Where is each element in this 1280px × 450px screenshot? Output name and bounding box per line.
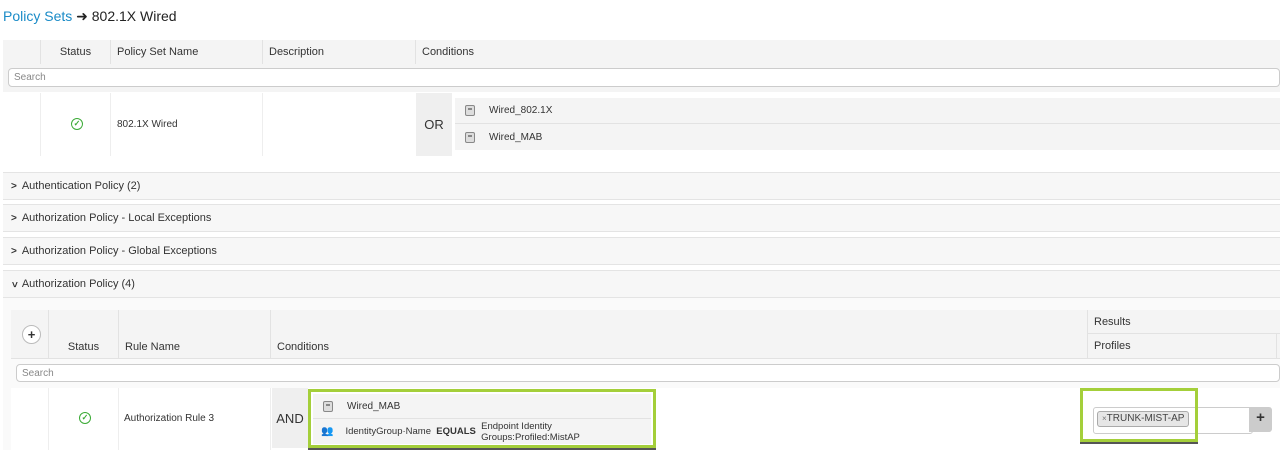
chevron-right-icon: > bbox=[11, 245, 17, 257]
condition-value: Endpoint Identity Groups:Profiled:MistAP bbox=[481, 420, 580, 443]
condition-library-icon bbox=[465, 131, 475, 143]
section-authz-global-exceptions[interactable]: > Authorization Policy - Global Exception… bbox=[3, 237, 1280, 265]
policy-search-input[interactable]: Search bbox=[8, 68, 1280, 87]
condition-operator-or: OR bbox=[416, 93, 452, 156]
header-description: Description bbox=[262, 40, 415, 64]
condition-attribute: IdentityGroup·Name bbox=[345, 426, 431, 437]
status-enabled-icon[interactable]: ✓ bbox=[79, 412, 91, 424]
condition-label: Wired_MAB bbox=[489, 131, 543, 143]
authz-table-header: + Status Rule Name Conditions Results Pr… bbox=[11, 310, 1280, 359]
section-label: Authentication Policy (2) bbox=[21, 180, 141, 192]
condition-operator-and: AND bbox=[272, 388, 308, 448]
breadcrumb-policy-sets-link[interactable]: Policy Sets bbox=[3, 8, 72, 24]
header-profiles: Profiles bbox=[1087, 334, 1277, 358]
condition-label: Wired_802.1X bbox=[489, 105, 553, 116]
policy-set-description bbox=[266, 93, 406, 156]
header-conditions: Conditions bbox=[270, 310, 1087, 358]
section-label: Authorization Policy - Local Exceptions bbox=[21, 212, 212, 224]
section-authentication-policy[interactable]: > Authentication Policy (2) bbox=[3, 172, 1280, 200]
add-rule-button[interactable]: + bbox=[22, 325, 41, 344]
policy-set-row[interactable]: ✓ 802.1X Wired OR Wired_802.1X Wired_MAB bbox=[3, 93, 1280, 156]
status-enabled-icon[interactable]: ✓ bbox=[71, 118, 83, 130]
header-status: Status bbox=[40, 40, 110, 64]
authz-search-input[interactable]: Search bbox=[16, 364, 1280, 382]
header-rule-name: Rule Name bbox=[118, 310, 270, 358]
section-label: Authorization Policy (4) bbox=[21, 278, 135, 290]
profile-tag-label: TRUNK-MIST-AP bbox=[1106, 413, 1185, 424]
add-profile-button[interactable]: + bbox=[1249, 407, 1272, 432]
header-conditions: Conditions bbox=[415, 40, 1280, 64]
condition-operator: EQUALS bbox=[436, 426, 476, 437]
breadcrumb: Policy Sets ➜ 802.1X Wired bbox=[3, 8, 177, 25]
condition-item[interactable]: Wired_802.1X bbox=[455, 98, 1280, 124]
condition-item[interactable]: 👥 IdentityGroup·Name EQUALS Endpoint Iden… bbox=[313, 419, 651, 444]
header-results: Results bbox=[1087, 310, 1280, 334]
identity-group-icon: 👥 bbox=[321, 426, 334, 437]
rule-conditions-box[interactable]: Wired_MAB 👥 IdentityGroup·Name EQUALS End… bbox=[308, 389, 656, 448]
policy-table-header: Status Policy Set Name Description Condi… bbox=[3, 40, 1280, 65]
header-status: Status bbox=[48, 310, 118, 358]
condition-library-icon bbox=[323, 400, 333, 412]
section-authz-local-exceptions[interactable]: > Authorization Policy - Local Exceptions bbox=[3, 204, 1280, 232]
profile-tag[interactable]: ×TRUNK-MIST-AP bbox=[1097, 411, 1190, 427]
header-policy-set-name: Policy Set Name bbox=[110, 40, 262, 64]
page-title: 802.1X Wired bbox=[91, 8, 177, 24]
policy-set-name[interactable]: 802.1X Wired bbox=[117, 93, 178, 156]
chevron-right-icon: > bbox=[11, 180, 17, 192]
chevron-down-icon: > bbox=[8, 281, 20, 287]
arrow-right-icon: ➜ bbox=[76, 8, 88, 24]
condition-item[interactable]: Wired_MAB bbox=[313, 394, 651, 419]
rule-name[interactable]: Authorization Rule 3 bbox=[124, 388, 214, 448]
section-label: Authorization Policy - Global Exceptions bbox=[21, 245, 217, 257]
section-authorization-policy[interactable]: > Authorization Policy (4) bbox=[3, 270, 1280, 298]
condition-label: Wired_MAB bbox=[347, 400, 401, 412]
chevron-right-icon: > bbox=[11, 212, 17, 224]
condition-item[interactable]: Wired_MAB bbox=[455, 124, 1280, 150]
condition-library-icon bbox=[465, 105, 475, 116]
